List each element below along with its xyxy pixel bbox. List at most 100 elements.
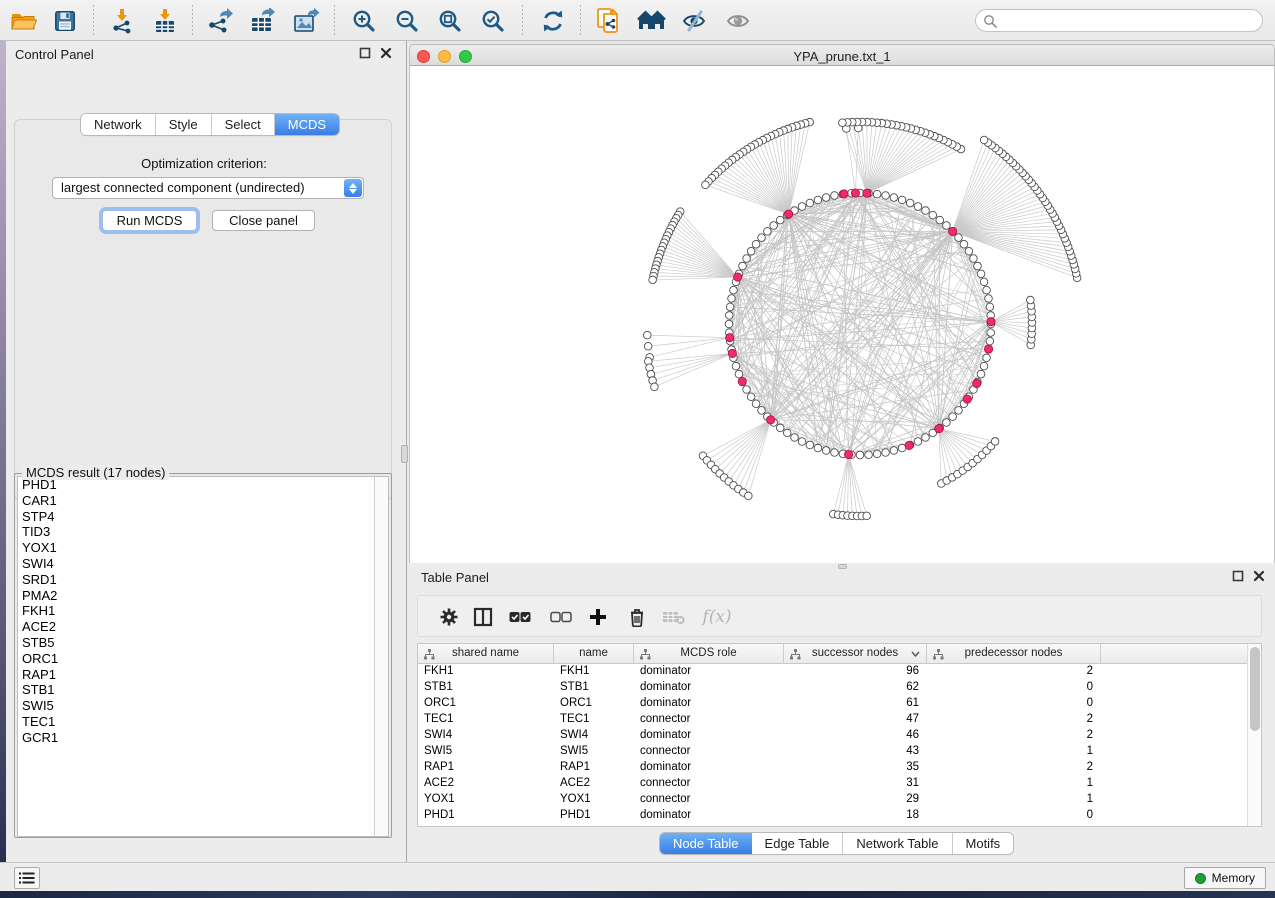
network-node[interactable]: [955, 407, 963, 415]
network-node[interactable]: [806, 441, 814, 449]
cell-name[interactable]: SWI4: [560, 729, 588, 741]
mcds-node[interactable]: [767, 416, 775, 424]
cell-shared-name[interactable]: YOX1: [424, 793, 455, 805]
network-node[interactable]: [739, 262, 747, 270]
network-node[interactable]: [890, 447, 898, 455]
column-header-name[interactable]: name: [554, 644, 634, 664]
network-node[interactable]: [960, 240, 968, 248]
network-node[interactable]: [814, 196, 822, 204]
mcds-node[interactable]: [973, 379, 981, 387]
cell-name[interactable]: TEC1: [560, 713, 589, 725]
task-history-button[interactable]: [14, 867, 40, 889]
tab-motifs[interactable]: Motifs: [953, 833, 1014, 854]
delete-table-icon[interactable]: [661, 604, 687, 630]
network-node[interactable]: [831, 449, 839, 457]
network-node[interactable]: [983, 286, 991, 294]
cell-predecessor-nodes[interactable]: 1: [1087, 745, 1093, 757]
network-node[interactable]: [914, 438, 922, 446]
table-row[interactable]: ACE2ACE2connector311: [418, 776, 1248, 792]
network-node[interactable]: [747, 393, 755, 401]
column-header-successor-nodes[interactable]: successor nodes: [784, 644, 927, 664]
table-row[interactable]: RAP1RAP1dominator352: [418, 760, 1248, 776]
mcds-node[interactable]: [726, 334, 734, 342]
open-session-icon[interactable]: [8, 7, 38, 35]
cell-successor-nodes[interactable]: 29: [906, 793, 919, 805]
network-node[interactable]: [732, 362, 740, 370]
network-node[interactable]: [890, 194, 898, 202]
cell-MCDS-role[interactable]: dominator: [640, 809, 691, 821]
network-node[interactable]: [983, 354, 991, 362]
first-neighbors-icon[interactable]: [637, 7, 667, 35]
mcds-result-item[interactable]: RAP1: [18, 667, 376, 683]
network-node[interactable]: [735, 370, 743, 378]
network-node[interactable]: [922, 434, 930, 442]
cell-MCDS-role[interactable]: connector: [640, 777, 691, 789]
network-node[interactable]: [882, 192, 890, 200]
cell-successor-nodes[interactable]: 96: [906, 665, 919, 677]
cell-predecessor-nodes[interactable]: 1: [1087, 777, 1093, 789]
cell-predecessor-nodes[interactable]: 2: [1087, 665, 1093, 677]
cell-predecessor-nodes[interactable]: 2: [1087, 761, 1093, 773]
mcds-result-item[interactable]: CAR1: [18, 493, 376, 509]
cell-MCDS-role[interactable]: dominator: [640, 761, 691, 773]
unselect-all-columns-icon[interactable]: [548, 604, 574, 630]
network-node[interactable]: [776, 216, 784, 224]
cell-MCDS-role[interactable]: dominator: [640, 681, 691, 693]
network-window-titlebar[interactable]: YPA_prune.txt_1: [409, 44, 1275, 66]
mcds-node[interactable]: [844, 450, 852, 458]
memory-button[interactable]: Memory: [1184, 867, 1266, 889]
tab-mcds[interactable]: MCDS: [275, 114, 339, 135]
mcds-node[interactable]: [728, 349, 736, 357]
cell-MCDS-role[interactable]: dominator: [640, 665, 691, 677]
mcds-result-item[interactable]: TID3: [18, 524, 376, 540]
network-node[interactable]: [783, 429, 791, 437]
mcds-node[interactable]: [949, 227, 957, 235]
cell-MCDS-role[interactable]: connector: [640, 793, 691, 805]
function-builder-icon[interactable]: f(x): [699, 604, 735, 630]
mcds-result-item[interactable]: TEC1: [18, 714, 376, 730]
network-node[interactable]: [798, 438, 806, 446]
table-row[interactable]: PHD1PHD1dominator180: [418, 808, 1248, 824]
network-node[interactable]: [649, 276, 657, 284]
close-panel-icon[interactable]: [380, 47, 392, 59]
cell-predecessor-nodes[interactable]: 0: [1087, 697, 1093, 709]
network-node[interactable]: [758, 407, 766, 415]
network-node[interactable]: [943, 419, 951, 427]
network-node[interactable]: [758, 234, 766, 242]
cell-shared-name[interactable]: ACE2: [424, 777, 454, 789]
network-node[interactable]: [764, 228, 772, 236]
mcds-node[interactable]: [785, 210, 793, 218]
network-node[interactable]: [986, 303, 994, 311]
mcds-result-item[interactable]: PMA2: [18, 588, 376, 604]
network-node[interactable]: [856, 451, 864, 459]
mcds-node[interactable]: [851, 189, 859, 197]
cell-successor-nodes[interactable]: 47: [906, 713, 919, 725]
search-input[interactable]: [975, 9, 1263, 32]
show-all-icon[interactable]: [724, 7, 754, 35]
network-node[interactable]: [752, 240, 760, 248]
table-scrollbar-thumb[interactable]: [1250, 647, 1260, 731]
network-node[interactable]: [949, 413, 957, 421]
mcds-result-item[interactable]: FKH1: [18, 603, 376, 619]
mcds-result-item[interactable]: SWI5: [18, 698, 376, 714]
cell-name[interactable]: ACE2: [560, 777, 590, 789]
create-column-icon[interactable]: [585, 604, 611, 630]
table-panel-splitter-grip[interactable]: [838, 564, 847, 569]
mcds-node[interactable]: [840, 190, 848, 198]
cell-shared-name[interactable]: ORC1: [424, 697, 456, 709]
tab-select[interactable]: Select: [212, 114, 275, 135]
cell-name[interactable]: YOX1: [560, 793, 591, 805]
export-network-icon[interactable]: [205, 7, 235, 35]
cell-name[interactable]: ORC1: [560, 697, 592, 709]
network-node[interactable]: [752, 400, 760, 408]
network-node[interactable]: [1027, 296, 1035, 304]
table-options-gear-icon[interactable]: [436, 604, 462, 630]
network-node[interactable]: [747, 247, 755, 255]
cell-MCDS-role[interactable]: connector: [640, 745, 691, 757]
tab-network-table[interactable]: Network Table: [843, 833, 952, 854]
import-network-icon[interactable]: [107, 7, 137, 35]
cell-shared-name[interactable]: SWI4: [424, 729, 452, 741]
network-node[interactable]: [839, 119, 847, 127]
tab-node-table[interactable]: Node Table: [660, 833, 752, 854]
close-table-panel-icon[interactable]: [1253, 570, 1265, 582]
